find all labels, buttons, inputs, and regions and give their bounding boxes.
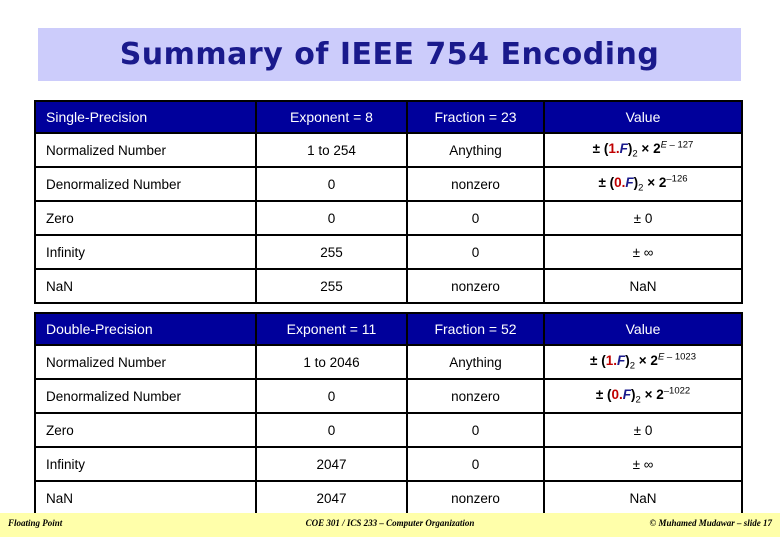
table-row: Denormalized Number 0 nonzero ± (0.F)2 × 2–… <box>34 166 743 202</box>
cell-category: NaN <box>34 480 257 516</box>
footer-right-text: © Muhamed Mudawar – slide 17 <box>649 518 773 528</box>
double-precision-table-body: Normalized Number 1 to 2046 Anything ± (1.F… <box>34 344 743 516</box>
cell-value: ± 0 <box>543 412 743 448</box>
cell-value: ± (1.F)2 × 2E – 1023 <box>543 344 743 380</box>
value-formula: ± (0.F)2 × 2–1022 <box>595 385 691 407</box>
cell-value: ± (1.F)2 × 2E – 127 <box>543 132 743 168</box>
column-header-category: Single-Precision <box>34 100 257 134</box>
table-row: Zero 0 0 ± 0 <box>34 412 743 448</box>
column-header-exponent: Exponent = 8 <box>255 100 408 134</box>
cell-category: Denormalized Number <box>34 378 257 414</box>
cell-value: ± ∞ <box>543 234 743 270</box>
cell-fraction: nonzero <box>406 378 545 414</box>
cell-category: Zero <box>34 412 257 448</box>
table-row: Denormalized Number 0 nonzero ± (0.F)2 × 2–… <box>34 378 743 414</box>
column-header-value: Value <box>543 100 743 134</box>
cell-value: ± (0.F)2 × 2–126 <box>543 166 743 202</box>
cell-category: Denormalized Number <box>34 166 257 202</box>
cell-fraction: nonzero <box>406 268 545 304</box>
cell-value: ± 0 <box>543 200 743 236</box>
table-header-row: Single-Precision Exponent = 8 Fraction =… <box>34 100 743 134</box>
cell-category: Normalized Number <box>34 344 257 380</box>
table-row: NaN 2047 nonzero NaN <box>34 480 743 516</box>
column-header-fraction: Fraction = 52 <box>406 312 545 346</box>
column-header-exponent: Exponent = 11 <box>255 312 408 346</box>
cell-value: NaN <box>543 480 743 516</box>
value-formula: ± (0.F)2 × 2–126 <box>598 173 688 195</box>
cell-fraction: 0 <box>406 446 545 482</box>
value-formula: ± (1.F)2 × 2E – 127 <box>592 139 694 161</box>
cell-fraction: nonzero <box>406 166 545 202</box>
double-precision-table: Double-Precision Exponent = 11 Fraction … <box>34 312 743 516</box>
table-row: Infinity 255 0 ± ∞ <box>34 234 743 270</box>
cell-exponent: 0 <box>255 166 408 202</box>
cell-fraction: nonzero <box>406 480 545 516</box>
table-row: Zero 0 0 ± 0 <box>34 200 743 236</box>
table-row: Infinity 2047 0 ± ∞ <box>34 446 743 482</box>
column-header-category: Double-Precision <box>34 312 257 346</box>
cell-exponent: 0 <box>255 412 408 448</box>
cell-exponent: 255 <box>255 234 408 270</box>
cell-exponent: 2047 <box>255 446 408 482</box>
cell-fraction: 0 <box>406 234 545 270</box>
cell-category: Infinity <box>34 446 257 482</box>
cell-value: ± (0.F)2 × 2–1022 <box>543 378 743 414</box>
cell-category: Zero <box>34 200 257 236</box>
cell-fraction: 0 <box>406 412 545 448</box>
cell-fraction: 0 <box>406 200 545 236</box>
cell-exponent: 255 <box>255 268 408 304</box>
cell-category: Infinity <box>34 234 257 270</box>
cell-value: NaN <box>543 268 743 304</box>
single-precision-table: Single-Precision Exponent = 8 Fraction =… <box>34 100 743 304</box>
cell-value: ± ∞ <box>543 446 743 482</box>
cell-category: NaN <box>34 268 257 304</box>
cell-fraction: Anything <box>406 344 545 380</box>
page-title: Summary of IEEE 754 Encoding <box>119 36 660 72</box>
column-header-value: Value <box>543 312 743 346</box>
table-header-row: Double-Precision Exponent = 11 Fraction … <box>34 312 743 346</box>
cell-exponent: 0 <box>255 378 408 414</box>
column-header-fraction: Fraction = 23 <box>406 100 545 134</box>
single-precision-table-body: Normalized Number 1 to 254 Anything ± (1.F)… <box>34 132 743 304</box>
cell-exponent: 0 <box>255 200 408 236</box>
cell-category: Normalized Number <box>34 132 257 168</box>
cell-fraction: Anything <box>406 132 545 168</box>
table-row: Normalized Number 1 to 2046 Anything ± (1.F… <box>34 344 743 380</box>
cell-exponent: 1 to 254 <box>255 132 408 168</box>
table-row: NaN 255 nonzero NaN <box>34 268 743 304</box>
table-row: Normalized Number 1 to 254 Anything ± (1.F)… <box>34 132 743 168</box>
slide-title-banner: Summary of IEEE 754 Encoding <box>38 28 741 81</box>
cell-exponent: 1 to 2046 <box>255 344 408 380</box>
cell-exponent: 2047 <box>255 480 408 516</box>
value-formula: ± (1.F)2 × 2E – 1023 <box>590 351 696 373</box>
